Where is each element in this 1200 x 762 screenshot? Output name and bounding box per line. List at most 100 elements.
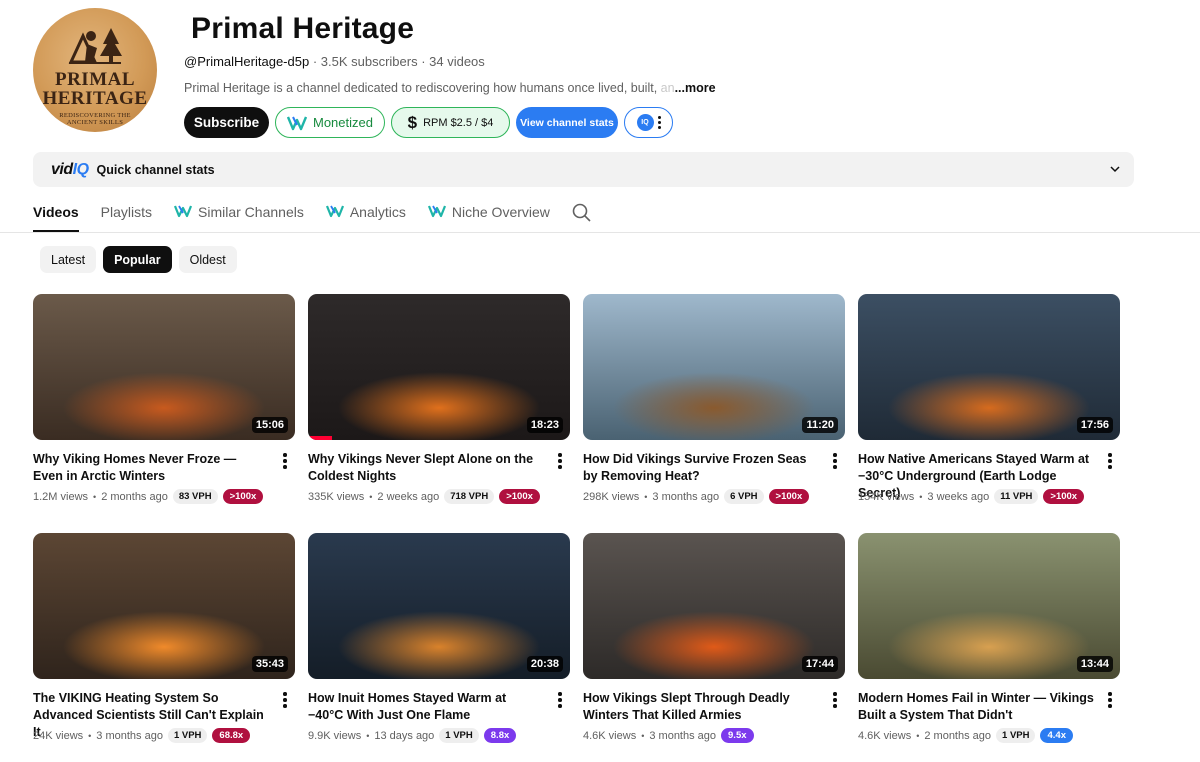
meta-separator: • <box>644 491 648 502</box>
outlier-score-badge: >100x <box>768 489 810 504</box>
video-title[interactable]: How Did Vikings Survive Frozen Seas by R… <box>583 451 819 485</box>
video-card[interactable]: 35:43 The VIKING Heating System So Advanc… <box>33 533 295 743</box>
video-views: 9.9K views <box>308 729 362 742</box>
meta-separator: • <box>919 491 923 502</box>
video-card[interactable]: 11:20 How Did Vikings Survive Frozen Seas… <box>583 294 845 504</box>
channel-avatar: PRIMAL HERITAGE REDISCOVERING THE ANCIEN… <box>33 8 157 132</box>
channel-description[interactable]: Primal Heritage is a channel dedicated t… <box>184 81 716 95</box>
video-thumbnail[interactable]: 18:23 <box>308 294 570 440</box>
tab-niche-label: Niche Overview <box>451 204 550 220</box>
channel-action-row: Subscribe Monetized $ RPM $2.5 / $4 View… <box>184 107 673 138</box>
video-thumbnail[interactable]: 17:56 <box>858 294 1120 440</box>
video-meta: 1.2M views • 2 months ago 83 VPH >100x <box>33 489 264 504</box>
search-icon[interactable] <box>572 203 592 223</box>
chip-latest[interactable]: Latest <box>40 246 97 273</box>
vidiq-menu-button[interactable]: IQ <box>624 107 673 138</box>
vidiq-monetized-icon <box>287 116 307 130</box>
vph-badge: 718 VPH <box>444 489 495 504</box>
meta-separator: • <box>369 491 373 502</box>
view-channel-stats-button[interactable]: View channel stats <box>516 107 618 138</box>
video-title[interactable]: Why Vikings Never Slept Alone on the Col… <box>308 451 544 485</box>
channel-name: Primal Heritage <box>191 12 415 45</box>
meta-separator: • <box>366 730 370 741</box>
video-card[interactable]: 18:23 Why Vikings Never Slept Alone on th… <box>308 294 570 504</box>
video-more-options-icon[interactable] <box>1108 692 1112 708</box>
video-title[interactable]: How Inuit Homes Stayed Warm at −40°C Wit… <box>308 690 544 724</box>
channel-tabs: Videos Playlists Similar Channels Analyt… <box>33 195 592 232</box>
vph-badge: 1 VPH <box>996 728 1036 743</box>
monetized-button[interactable]: Monetized <box>275 107 385 138</box>
watch-progress-bar <box>308 436 332 440</box>
video-thumbnail[interactable]: 20:38 <box>308 533 570 679</box>
video-more-options-icon[interactable] <box>558 453 562 469</box>
video-age: 2 months ago <box>101 490 168 503</box>
video-card[interactable]: 15:06 Why Viking Homes Never Froze — Even… <box>33 294 295 504</box>
tab-playlists[interactable]: Playlists <box>101 195 152 232</box>
dollar-icon: $ <box>407 112 418 132</box>
outlier-score-badge: 8.8x <box>483 728 517 743</box>
tab-videos[interactable]: Videos <box>33 195 79 232</box>
video-more-options-icon[interactable] <box>833 692 837 708</box>
channel-meta: @PrimalHeritage-d5p · 3.5K subscribers ·… <box>184 54 485 69</box>
chip-popular[interactable]: Popular <box>103 246 172 273</box>
video-views: 24K views <box>33 729 84 742</box>
more-link[interactable]: ...more <box>675 81 716 95</box>
video-age: 13 days ago <box>374 729 435 742</box>
video-more-options-icon[interactable] <box>1108 453 1112 469</box>
vidiq-icon <box>427 205 446 218</box>
video-meta: 335K views • 2 weeks ago 718 VPH >100x <box>308 489 540 504</box>
video-duration: 20:38 <box>526 656 563 672</box>
rpm-button[interactable]: $ RPM $2.5 / $4 <box>391 107 510 138</box>
video-more-options-icon[interactable] <box>283 453 287 469</box>
meta-separator: • <box>88 730 92 741</box>
chip-oldest[interactable]: Oldest <box>178 246 237 273</box>
video-thumbnail[interactable]: 11:20 <box>583 294 845 440</box>
channel-handle: @PrimalHeritage-d5p <box>184 54 310 69</box>
video-title[interactable]: How Vikings Slept Through Deadly Winters… <box>583 690 819 724</box>
vph-badge: 11 VPH <box>994 489 1039 504</box>
video-more-options-icon[interactable] <box>283 692 287 708</box>
vidiq-quick-stats-bar[interactable]: vidIQ Quick channel stats <box>33 152 1134 187</box>
video-views: 298K views <box>583 490 640 503</box>
video-duration: 17:56 <box>1076 417 1113 433</box>
video-meta: 9.9K views • 13 days ago 1 VPH 8.8x <box>308 728 517 743</box>
tab-analytics[interactable]: Analytics <box>325 195 406 232</box>
meta-separator: • <box>93 491 97 502</box>
video-duration: 15:06 <box>251 417 288 433</box>
video-meta: 154K views • 3 weeks ago 11 VPH >100x <box>858 489 1085 504</box>
video-card[interactable]: 17:56 How Native Americans Stayed Warm at… <box>858 294 1120 504</box>
video-more-options-icon[interactable] <box>558 692 562 708</box>
meta-separator: • <box>641 730 645 741</box>
video-age: 3 weeks ago <box>927 490 990 503</box>
video-thumbnail[interactable]: 35:43 <box>33 533 295 679</box>
video-title[interactable]: Modern Homes Fail in Winter — Vikings Bu… <box>858 690 1094 724</box>
hut-trees-icon <box>68 28 122 64</box>
tab-niche-overview[interactable]: Niche Overview <box>427 195 550 232</box>
video-thumbnail[interactable]: 17:44 <box>583 533 845 679</box>
video-title[interactable]: Why Viking Homes Never Froze — Even in A… <box>33 451 269 485</box>
video-card[interactable]: 13:44 Modern Homes Fail in Winter — Vikin… <box>858 533 1120 743</box>
vidiq-icon <box>174 205 193 218</box>
description-text: Primal Heritage is a channel dedicated t… <box>184 81 661 95</box>
video-duration: 13:44 <box>1076 656 1113 672</box>
video-thumbnail[interactable]: 13:44 <box>858 533 1120 679</box>
video-card[interactable]: 20:38 How Inuit Homes Stayed Warm at −40°… <box>308 533 570 743</box>
video-meta: 4.6K views • 2 months ago 1 VPH 4.4x <box>858 728 1073 743</box>
video-duration: 35:43 <box>251 656 288 672</box>
video-more-options-icon[interactable] <box>833 453 837 469</box>
video-duration: 11:20 <box>802 417 838 433</box>
chevron-down-icon[interactable] <box>1108 162 1122 176</box>
video-card[interactable]: 17:44 How Vikings Slept Through Deadly Wi… <box>583 533 845 743</box>
more-options-icon <box>657 116 661 129</box>
subscribe-button[interactable]: Subscribe <box>184 107 269 138</box>
monetized-label: Monetized <box>313 115 373 130</box>
tab-similar-channels[interactable]: Similar Channels <box>174 195 304 232</box>
video-views: 1.2M views <box>33 490 89 503</box>
outlier-score-badge: 9.5x <box>721 728 754 743</box>
video-views: 4.6K views <box>583 729 637 742</box>
video-views: 4.6K views <box>858 729 912 742</box>
tab-analytics-label: Analytics <box>349 204 406 220</box>
video-age: 3 months ago <box>649 729 717 742</box>
video-views: 154K views <box>858 490 915 503</box>
video-thumbnail[interactable]: 15:06 <box>33 294 295 440</box>
